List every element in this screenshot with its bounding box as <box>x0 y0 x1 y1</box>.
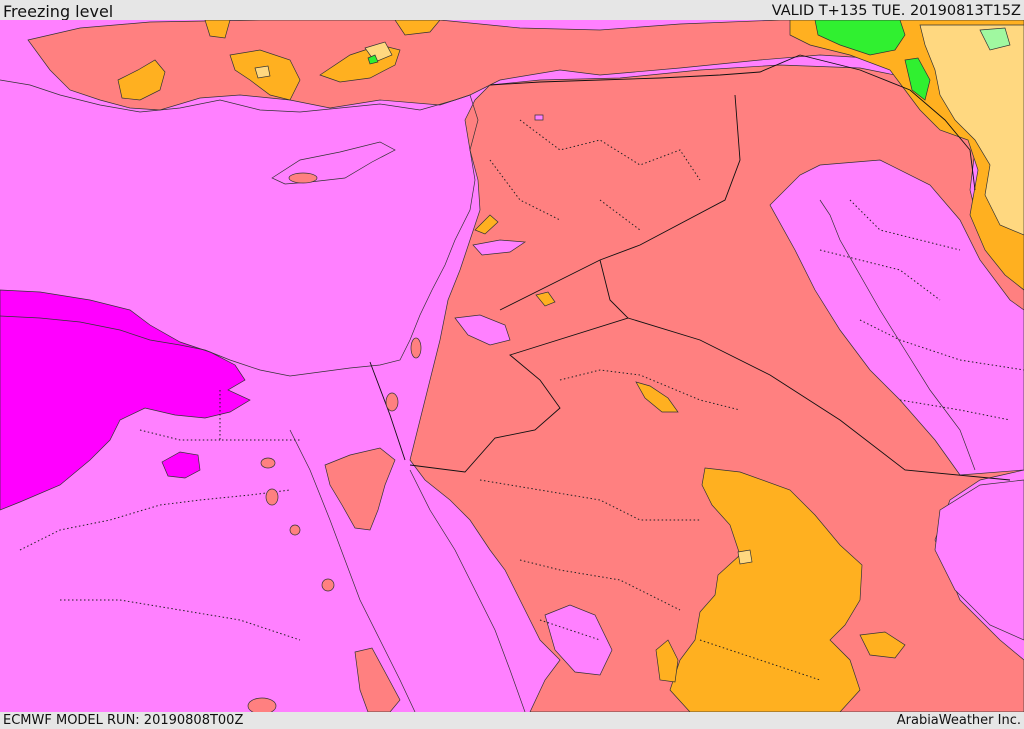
salmon-island-6 <box>410 337 422 359</box>
salmon-island-5 <box>385 392 399 412</box>
map-title: Freezing level <box>3 2 114 21</box>
salmon-island-3 <box>289 524 301 536</box>
map-header: Freezing level VALID T+135 TUE. 20190813… <box>0 0 1024 21</box>
salmon-island-1 <box>260 457 276 469</box>
freezing-level-map <box>0 20 1024 712</box>
salmon-island-4 <box>321 578 335 592</box>
cyprus-salmon <box>288 172 318 184</box>
salmon-island-2 <box>265 488 279 506</box>
credit: ArabiaWeather Inc. <box>896 713 1021 728</box>
model-run: ECMWF MODEL RUN: 20190808T00Z <box>3 713 244 728</box>
salmon-island-7 <box>247 697 277 712</box>
map-footer: ECMWF MODEL RUN: 20190808T00Z ArabiaWeat… <box>0 712 1024 729</box>
valid-time: VALID T+135 TUE. 20190813T15Z <box>771 3 1021 19</box>
magenta-tiny <box>534 114 544 121</box>
light-orange-patch-3 <box>254 65 271 79</box>
light-orange-patch-2 <box>737 549 753 565</box>
weather-map-frame: Freezing level VALID T+135 TUE. 20190813… <box>0 0 1024 729</box>
